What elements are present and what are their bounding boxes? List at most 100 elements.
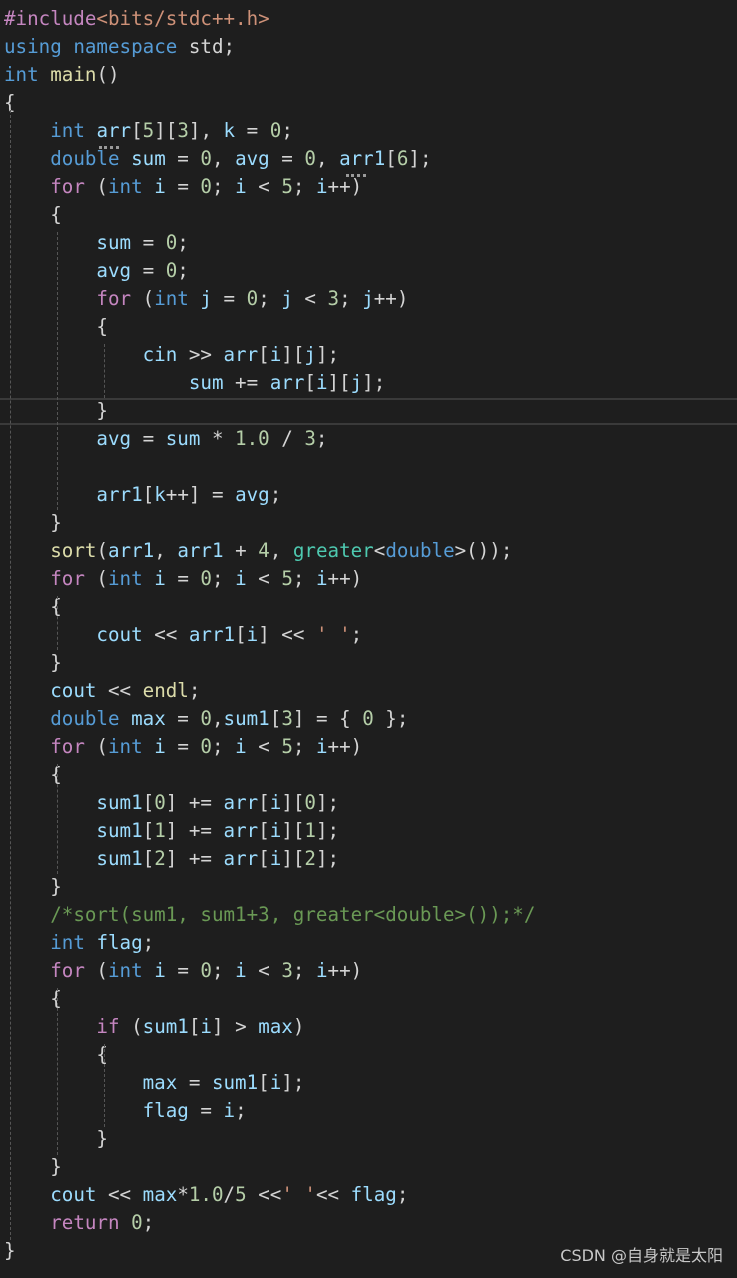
- variable-token: i: [235, 175, 247, 198]
- keyword-token: int: [107, 567, 143, 590]
- indent-guide: [104, 1044, 105, 1127]
- variable-token: j: [362, 287, 374, 310]
- number-token: 1.0: [235, 427, 270, 450]
- code-line[interactable]: for (int i = 0; i < 5; i++): [4, 565, 362, 593]
- number-token: 5: [235, 1183, 247, 1206]
- plain-token: =: [165, 959, 201, 982]
- code-line[interactable]: double max = 0,sum1[3] = { 0 };: [4, 705, 408, 733]
- code-line[interactable]: sort(arr1, arr1 + 4, greater<double>());: [4, 537, 512, 565]
- variable-token: flag: [96, 931, 143, 954]
- plain-token: >());: [454, 539, 513, 562]
- code-line[interactable]: for (int i = 0; i < 3; i++): [4, 957, 362, 985]
- code-line[interactable]: {: [4, 985, 62, 1013]
- variable-token: i: [269, 343, 282, 366]
- plain-token: (: [119, 1015, 143, 1038]
- variable-token: cout: [50, 1183, 97, 1206]
- number-token: 2: [304, 847, 316, 870]
- code-line[interactable]: for (int i = 0; i < 5; i++): [4, 173, 362, 201]
- code-line[interactable]: }: [4, 1237, 16, 1265]
- code-line[interactable]: avg = 0;: [4, 257, 188, 285]
- plain-token: +=: [223, 371, 270, 394]
- plain-token: <: [246, 175, 282, 198]
- code-line[interactable]: /*sort(sum1, sum1+3, greater<double>());…: [4, 901, 535, 929]
- variable-token: flag: [350, 1183, 397, 1206]
- plain-token: ][: [154, 119, 178, 142]
- code-line[interactable]: flag = i;: [4, 1097, 247, 1125]
- function-token: endl: [142, 679, 189, 702]
- plain-token: [: [142, 847, 155, 870]
- code-line[interactable]: }: [4, 1125, 108, 1153]
- code-line[interactable]: #include<bits/stdc++.h>: [4, 5, 270, 33]
- plain-token: ,: [211, 147, 236, 170]
- code-line[interactable]: }: [4, 397, 108, 425]
- code-line[interactable]: using namespace std;: [4, 33, 235, 61]
- code-line[interactable]: double sum = 0, avg = 0, arr1[6];: [4, 145, 431, 173]
- number-token: 3: [304, 427, 316, 450]
- number-token: 0: [200, 959, 212, 982]
- plain-token: {: [4, 1043, 108, 1066]
- plain-token: ;: [211, 175, 236, 198]
- code-line[interactable]: cin >> arr[i][j];: [4, 341, 339, 369]
- keyword-token: int: [4, 63, 39, 86]
- plain-token: ;: [350, 623, 363, 646]
- number-token: 0: [304, 791, 316, 814]
- variable-token: max: [258, 1015, 293, 1038]
- variable-token: max: [131, 707, 166, 730]
- code-line[interactable]: {: [4, 761, 62, 789]
- number-token: 5: [142, 119, 155, 142]
- code-line[interactable]: }: [4, 873, 62, 901]
- code-line[interactable]: sum1[1] += arr[i][1];: [4, 817, 339, 845]
- indent-guide: [10, 110, 11, 1240]
- plain-token: ];: [281, 1071, 305, 1094]
- variable-token: i: [200, 1015, 212, 1038]
- variable-token: arr: [223, 343, 259, 366]
- code-line[interactable]: for (int j = 0; j < 3; j++): [4, 285, 408, 313]
- code-line[interactable]: cout << endl;: [4, 677, 200, 705]
- plain-token: ][: [281, 847, 305, 870]
- plain-token: *: [200, 427, 236, 450]
- code-line[interactable]: max = sum1[i];: [4, 1069, 305, 1097]
- code-line[interactable]: sum += arr[i][j];: [4, 369, 385, 397]
- code-line[interactable]: arr1[k++] = avg;: [4, 481, 281, 509]
- code-line[interactable]: sum = 0;: [4, 229, 188, 257]
- code-line[interactable]: avg = sum * 1.0 / 3;: [4, 425, 327, 453]
- variable-token: k: [154, 483, 166, 506]
- variable-token: j: [304, 343, 316, 366]
- code-line[interactable]: {: [4, 201, 62, 229]
- code-line[interactable]: {: [4, 593, 62, 621]
- plain-token: ][: [281, 819, 305, 842]
- code-line[interactable]: return 0;: [4, 1209, 154, 1237]
- code-line[interactable]: }: [4, 509, 62, 537]
- variable-token: arr1: [339, 147, 386, 170]
- number-token: 0: [154, 791, 166, 814]
- plain-token: ;: [235, 1099, 247, 1122]
- code-line[interactable]: }: [4, 1153, 62, 1181]
- plain-token: ++): [327, 959, 363, 982]
- plain-token: [: [142, 819, 155, 842]
- variable-token: avg: [96, 259, 132, 282]
- plain-token: ;: [339, 287, 363, 310]
- code-line[interactable]: sum1[0] += arr[i][0];: [4, 789, 339, 817]
- code-line[interactable]: }: [4, 649, 62, 677]
- plain-token: =: [131, 427, 166, 450]
- plain-token: ++] =: [165, 483, 236, 506]
- code-line[interactable]: {: [4, 313, 108, 341]
- code-line[interactable]: int flag;: [4, 929, 154, 957]
- plain-token: };: [373, 707, 409, 730]
- code-editor[interactable]: #include<bits/stdc++.h> using namespace s…: [0, 0, 737, 1278]
- plain-token: }: [4, 651, 62, 674]
- code-line[interactable]: {: [4, 1041, 108, 1069]
- code-line[interactable]: sum1[2] += arr[i][2];: [4, 845, 339, 873]
- code-line[interactable]: cout << max*1.0/5 <<' '<< flag;: [4, 1181, 408, 1209]
- code-line[interactable]: for (int i = 0; i < 5; i++): [4, 733, 362, 761]
- code-line[interactable]: int main(): [4, 61, 120, 89]
- code-line[interactable]: int arr[5][3], k = 0;: [4, 117, 293, 145]
- plain-token: ] <<: [258, 623, 316, 646]
- number-token: 0: [200, 567, 212, 590]
- code-line[interactable]: if (sum1[i] > max): [4, 1013, 304, 1041]
